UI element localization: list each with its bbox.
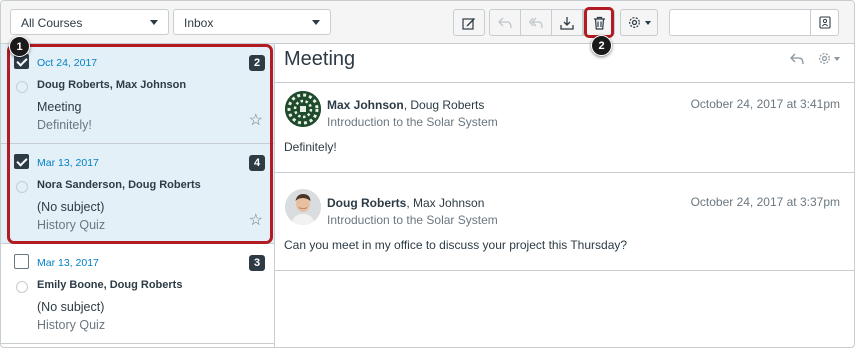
conversation-item[interactable]: Mar 13, 2017 3 Emily Boone, Doug Roberts… (1, 244, 274, 344)
toolbar: All Courses Inbox (1, 1, 854, 44)
gear-icon (628, 17, 640, 28)
mailbox-filter-select[interactable]: Inbox (173, 9, 331, 35)
reply-icon (498, 17, 512, 28)
message-count-badge: 3 (249, 255, 265, 271)
author-name: Doug Roberts (327, 196, 407, 210)
message-course: Introduction to the Solar System (327, 213, 498, 227)
chevron-down-icon (644, 20, 651, 25)
message-body: Definitely! (284, 140, 337, 154)
reply-all-button[interactable] (520, 9, 552, 36)
message-timestamp: October 24, 2017 at 3:37pm (690, 195, 840, 209)
settings-menu-button[interactable] (620, 9, 658, 36)
message-author: Max Johnson, Doug Roberts (327, 98, 484, 112)
chevron-down-icon (834, 56, 840, 61)
conversation-actions (790, 52, 840, 65)
search-input[interactable] (670, 10, 805, 35)
message-entry: Doug Roberts, Max Johnson Introduction t… (275, 173, 854, 271)
avatar (285, 91, 321, 127)
conversation-settings-button[interactable] (818, 52, 840, 65)
inbox-window: All Courses Inbox Oct 24, 2017 2 Doug Ro… (0, 0, 855, 348)
search-field[interactable] (669, 9, 839, 36)
conversation-pane: Meeting Max Johnson, Doug Roberts Introd… (275, 44, 854, 347)
chevron-down-icon (312, 20, 320, 25)
callout-badge: 2 (591, 35, 612, 56)
compose-button[interactable] (453, 9, 485, 36)
compose-icon (462, 17, 475, 30)
message-entry: Max Johnson, Doug Roberts Introduction t… (275, 82, 854, 173)
avatar-pattern-icon (285, 91, 321, 127)
course-filter-select[interactable]: All Courses (10, 9, 169, 35)
avatar (285, 189, 321, 225)
callout-badge: 1 (9, 36, 30, 57)
address-book-button[interactable] (810, 10, 838, 35)
select-checkbox[interactable] (14, 254, 29, 269)
message-author: Doug Roberts, Max Johnson (327, 196, 484, 210)
other-participants: , Max Johnson (406, 196, 485, 210)
chevron-down-icon (150, 20, 158, 25)
selection-highlight (7, 44, 273, 244)
archive-button[interactable] (551, 9, 583, 36)
message-body: Can you meet in my office to discuss you… (284, 238, 628, 252)
gear-icon (819, 53, 830, 64)
author-name: Max Johnson (327, 98, 404, 112)
conversation-title: Meeting (284, 48, 356, 70)
conversation-preview: History Quiz (37, 318, 106, 332)
delete-highlight (584, 7, 614, 38)
message-course: Introduction to the Solar System (327, 115, 498, 129)
reply-icon[interactable] (790, 53, 804, 65)
course-filter-value: All Courses (21, 16, 83, 30)
person-avatar-icon (285, 189, 321, 225)
message-timestamp: October 24, 2017 at 3:41pm (690, 97, 840, 111)
conversation-date: Mar 13, 2017 (37, 257, 99, 269)
other-participants: , Doug Roberts (403, 98, 485, 112)
reply-button[interactable] (489, 9, 521, 36)
archive-icon (560, 16, 574, 30)
address-book-icon (818, 16, 831, 29)
conversation-participants: Emily Boone, Doug Roberts (37, 279, 183, 291)
mailbox-filter-value: Inbox (184, 16, 214, 30)
conversation-subject: (No subject) (37, 300, 105, 314)
reply-all-icon (529, 17, 543, 28)
read-toggle[interactable] (16, 281, 28, 293)
